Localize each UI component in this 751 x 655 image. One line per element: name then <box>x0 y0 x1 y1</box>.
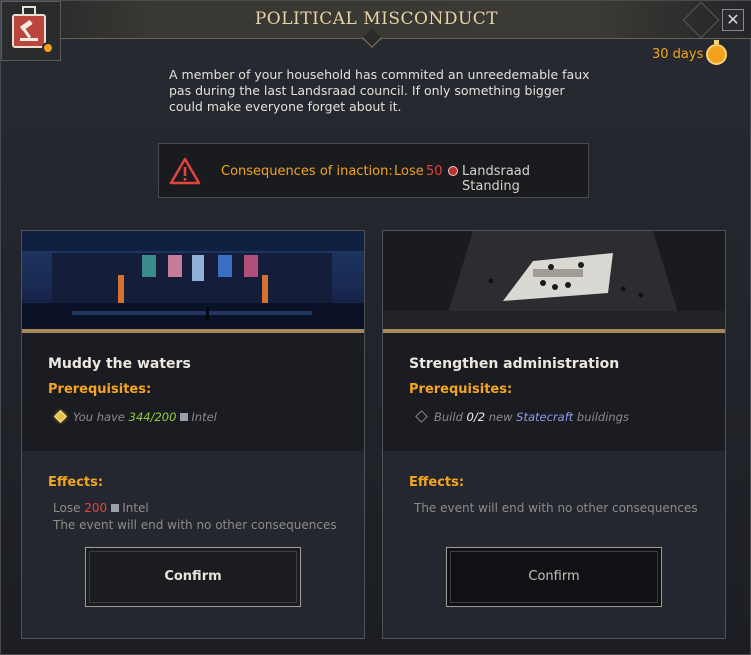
confirm-label: Confirm <box>528 569 580 584</box>
option-title: Muddy the waters <box>48 356 191 372</box>
consequences-resource: Landsraad Standing <box>462 164 531 194</box>
intel-icon <box>111 504 120 512</box>
landsraad-standing-icon <box>448 166 458 176</box>
prerequisite-item: You have 344/200 Intel <box>54 410 217 424</box>
option-title: Strengthen administration <box>409 356 620 372</box>
event-window: POLITICAL MISCONDUCT ✕ 30 days A member … <box>0 0 751 655</box>
prerequisites-label: Prerequisites: <box>409 382 513 397</box>
gavel-glyph-icon <box>19 19 38 41</box>
event-badge <box>12 14 46 48</box>
effect-line: The event will end with no other consequ… <box>53 518 337 532</box>
consequences-lose-text: Lose <box>394 164 424 179</box>
option-card-strengthen-administration: Strengthen administration Prerequisites:… <box>382 230 726 639</box>
close-button[interactable]: ✕ <box>722 9 744 31</box>
confirm-button[interactable]: Confirm <box>84 546 302 608</box>
intel-icon <box>180 413 189 421</box>
effect-line: The event will end with no other consequ… <box>414 501 698 515</box>
prerequisites-label: Prerequisites: <box>48 382 152 397</box>
prerequisite-current: 0 <box>466 410 474 424</box>
option-illustration <box>383 231 725 329</box>
effect-line: Lose 200 Intel <box>53 501 149 515</box>
option-illustration <box>22 231 364 329</box>
prerequisite-resource: Intel <box>191 410 217 424</box>
prerequisite-text-new: new <box>488 410 513 424</box>
effects-label: Effects: <box>409 475 465 490</box>
notification-dot <box>42 42 54 54</box>
council-hall-image <box>22 231 364 329</box>
prerequisite-suffix: buildings <box>576 410 629 424</box>
effects-label: Effects: <box>48 475 104 490</box>
prerequisite-required: 200 <box>154 410 177 424</box>
effect-lose-text: Lose <box>53 501 81 515</box>
consequences-panel: Consequences of inaction: Lose 50 Landsr… <box>158 143 589 198</box>
event-title: POLITICAL MISCONDUCT <box>254 9 499 29</box>
option-card-muddy-waters: Muddy the waters Prerequisites: You have… <box>21 230 365 639</box>
consequences-label: Consequences of inaction: <box>221 164 393 179</box>
prerequisite-unmet-icon <box>415 410 428 423</box>
prerequisite-current: 344 <box>128 410 151 424</box>
confirm-button[interactable]: Confirm <box>445 546 663 608</box>
prerequisite-item: Build 0/2 new Statecraft buildings <box>415 410 629 424</box>
confirm-label: Confirm <box>164 569 222 584</box>
prerequisite-text: Build <box>434 410 463 424</box>
prerequisite-category-link[interactable]: Statecraft <box>516 410 573 424</box>
prerequisite-met-icon <box>54 410 67 423</box>
consequences-amount: 50 <box>426 164 443 179</box>
effect-resource: Intel <box>122 501 149 515</box>
warning-triangle-icon <box>169 157 201 185</box>
event-description: A member of your household has commited … <box>169 67 590 114</box>
header-ornament-icon <box>682 1 720 39</box>
stopwatch-icon <box>706 40 727 65</box>
prerequisite-required: 2 <box>477 410 486 424</box>
gavel-icon <box>1 1 61 61</box>
administration-room-image <box>383 231 725 329</box>
effect-amount: 200 <box>84 501 108 515</box>
prerequisite-text: You have <box>73 410 125 424</box>
timer-text: 30 days <box>652 47 704 62</box>
